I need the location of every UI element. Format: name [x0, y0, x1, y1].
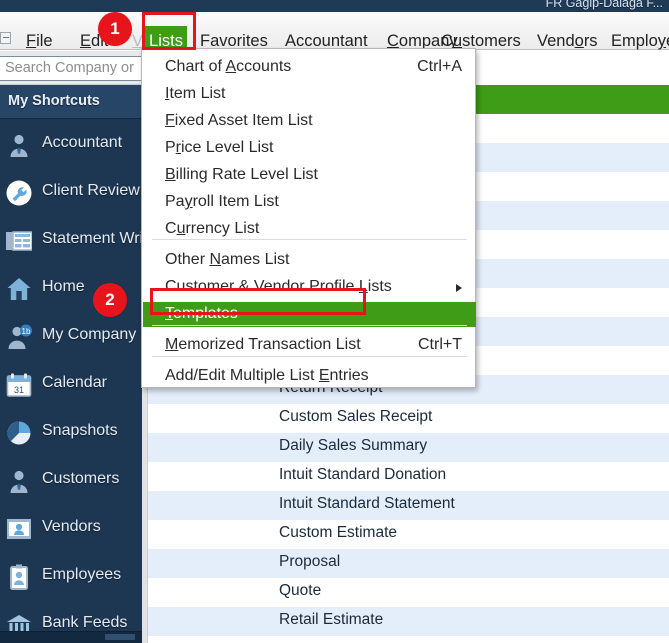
table-cell-template-name: Quote	[279, 582, 322, 599]
menu-item-add-edit-multiple[interactable]: Add/Edit Multiple List Entries	[143, 364, 476, 389]
pie-chart-icon	[6, 420, 32, 446]
menu-separator-1	[152, 325, 467, 326]
spreadsheet-icon	[6, 228, 33, 254]
menu-item-other-names-list[interactable]: Other Names List	[143, 248, 476, 273]
sidebar-item-label: My Company	[42, 326, 137, 343]
sidebar-item-statement-writer[interactable]: Statement Write	[0, 217, 142, 265]
table-cell-template-name: Intuit Standard Donation	[279, 466, 447, 483]
house-icon	[6, 276, 32, 302]
table-row[interactable]: Intuit Standard Statement	[148, 491, 669, 520]
sidebar-item-accountant[interactable]: Accountant	[0, 121, 142, 169]
menu-item-cust-vendor-profile[interactable]: Customer & Vendor Profile Lists	[143, 275, 476, 300]
table-cell-template-name: Retail Estimate	[279, 611, 384, 628]
table-cell-template-name: Daily Sales Summary	[279, 437, 428, 454]
sidebar-item-snapshots[interactable]: Snapshots	[0, 409, 142, 457]
menubar-item-vendors[interactable]: Vendors	[533, 28, 602, 54]
sidebar-item-label: Calendar	[42, 374, 107, 391]
sidebar-item-employees[interactable]: Employees	[0, 553, 142, 601]
sidebar-item-label: Vendors	[42, 518, 101, 535]
menu-item-label: Currency List	[165, 220, 260, 237]
menubar-item-employees[interactable]: Employees	[607, 28, 669, 54]
table-row[interactable]: Retail Estimate	[148, 607, 669, 636]
menu-item-item-list[interactable]: Item List	[143, 82, 476, 107]
table-row[interactable]: Custom Sales Receipt	[148, 404, 669, 433]
sidebar-item-label: Bank Feeds	[42, 614, 128, 631]
vendor-frame-icon	[6, 516, 32, 542]
menubar-item-label: File	[26, 32, 53, 50]
menu-separator-0	[152, 239, 467, 240]
submenu-arrow-icon	[456, 284, 462, 292]
menubar-item-label: Vendors	[537, 32, 598, 50]
table-cell-template-name: Intuit Standard Statement	[279, 495, 455, 512]
table-row[interactable]: Quote	[148, 578, 669, 607]
menu-item-fixed-asset-item[interactable]: Fixed Asset Item List	[143, 109, 476, 134]
table-cell-template-name: Custom Estimate	[279, 524, 398, 541]
menu-item-label: Fixed Asset Item List	[165, 112, 313, 129]
wrench-circle-icon	[6, 180, 32, 206]
window-titlebar: FR Gagip-Dalaga F...	[0, 0, 669, 12]
sidebar-item-calendar[interactable]: 31 Calendar	[0, 361, 142, 409]
svg-text:31: 31	[14, 385, 24, 395]
window-system-icon[interactable]	[0, 32, 11, 44]
id-badge-icon	[6, 564, 32, 590]
sidebar-item-client-review[interactable]: Client Review	[0, 169, 142, 217]
table-row[interactable]: Daily Sales Summary	[148, 433, 669, 462]
search-bar: Search Company or	[0, 51, 142, 85]
window-title: FR Gagip-Dalaga F...	[545, 0, 663, 10]
menu-item-label: Chart of Accounts	[165, 58, 292, 75]
sidebar-item-label: Customers	[42, 470, 120, 487]
menu-item-shortcut: Ctrl+T	[418, 336, 462, 353]
menu-item-label: Price Level List	[165, 139, 274, 156]
sidebar-item-label: Snapshots	[42, 422, 118, 439]
table-row[interactable]: Custom Estimate	[148, 520, 669, 549]
menu-item-label: Customer & Vendor Profile Lists	[165, 278, 392, 295]
menu-item-price-level-list[interactable]: Price Level List	[143, 136, 476, 161]
callout-1: 1	[98, 12, 132, 46]
sidebar-item-customers[interactable]: Customers	[0, 457, 142, 505]
sidebar-item-label: Home	[42, 278, 85, 295]
lists-dropdown-menu: Chart of Accounts Ctrl+A Item List Fixed As…	[141, 48, 476, 388]
sidebar-header: My Shortcuts	[0, 85, 142, 119]
quickbooks-window: Return ReceiptCustom Sales ReceiptDaily …	[0, 0, 669, 643]
sidebar-item-label: Client Review	[42, 182, 140, 199]
menu-item-label: Templates	[165, 305, 238, 322]
table-row[interactable]: Intuit Standard Donation	[148, 462, 669, 491]
menu-item-chart-of-accounts[interactable]: Chart of Accounts Ctrl+A	[143, 55, 476, 80]
menu-item-label: Billing Rate Level List	[165, 166, 318, 183]
sidebar-header-label: My Shortcuts	[8, 93, 100, 109]
menu-item-label: Item List	[165, 85, 226, 102]
sidebar-item-label: Statement Write	[42, 230, 142, 247]
menu-separator-2	[152, 356, 467, 357]
person-icon	[6, 468, 32, 494]
menu-item-billing-rate-level[interactable]: Billing Rate Level List	[143, 163, 476, 188]
sidebar-item-label: Employees	[42, 566, 122, 583]
search-input[interactable]: Search Company or	[0, 56, 142, 81]
menubar-item-file[interactable]: File	[22, 28, 57, 54]
person-icon	[6, 132, 32, 158]
menu-item-label: Payroll Item List	[165, 193, 279, 210]
menu-item-label: Memorized Transaction List	[165, 336, 361, 353]
callout-2: 2	[93, 283, 127, 317]
sidebar-footer	[0, 631, 142, 643]
sidebar-item-label: Accountant	[42, 134, 123, 151]
menu-item-label: Add/Edit Multiple List Entries	[165, 367, 369, 384]
calendar-icon: 31	[6, 372, 32, 398]
menu-item-payroll-item-list[interactable]: Payroll Item List	[143, 190, 476, 215]
my-shortcuts-sidebar: My Shortcuts Accountant Client Review Stat…	[0, 85, 142, 643]
menubar-item-label: Employees	[611, 32, 669, 50]
svg-text:1b: 1b	[22, 327, 31, 336]
menu-item-templates[interactable]: Templates	[143, 302, 476, 327]
menu-item-memorized-trans[interactable]: Memorized Transaction List Ctrl+T	[143, 333, 476, 358]
menu-item-shortcut: Ctrl+A	[417, 58, 462, 75]
person-badge-icon: 1b	[6, 324, 32, 350]
table-row[interactable]: Proposal	[148, 549, 669, 578]
menu-item-label: Other Names List	[165, 251, 290, 268]
sidebar-item-vendors[interactable]: Vendors	[0, 505, 142, 553]
sidebar-resize-grip[interactable]	[104, 633, 136, 641]
sidebar-item-my-company[interactable]: 1b My Company	[0, 313, 142, 361]
table-cell-template-name: Proposal	[279, 553, 341, 570]
table-cell-template-name: Custom Sales Receipt	[279, 408, 433, 425]
